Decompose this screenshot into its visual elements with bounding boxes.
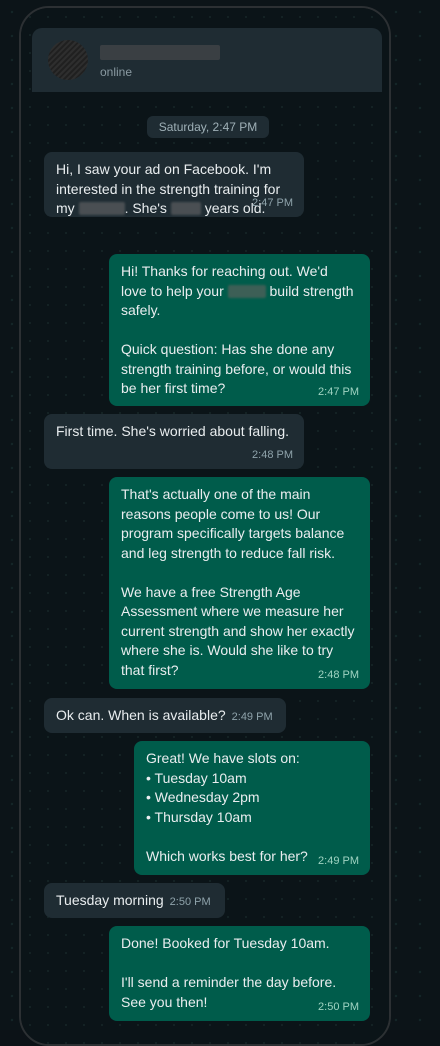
message-incoming[interactable]: Ok can. When is available? 2:49 PM (44, 698, 286, 733)
message-text: Quick question: Has she done any (121, 341, 335, 357)
contact-avatar[interactable] (48, 40, 88, 80)
message-outgoing[interactable]: That's actually one of the main reasons … (109, 477, 370, 689)
message-text: safely. (121, 302, 161, 318)
message-text: • Wednesday 2pm (146, 789, 260, 805)
message-time: 2:50 PM (169, 896, 211, 908)
message-text: and leg strength to reduce fall risk. (121, 544, 336, 561)
message-text: We have a free Strength Age (121, 583, 301, 600)
message-text-line: Tuesday morning 2:50 PM (56, 891, 213, 913)
message-incoming[interactable]: Tuesday morning 2:50 PM (44, 883, 225, 918)
message-text: Great! We have slots on: (146, 750, 300, 766)
message-incoming[interactable]: First time. She's worried about falling.… (44, 414, 304, 469)
message-text: build strength (269, 282, 354, 299)
date-divider: Saturday, 2:47 PM (147, 116, 269, 138)
message-text: strength training before, or would this (121, 360, 352, 377)
message-text: Tuesday morning (56, 892, 164, 908)
message-text: . She's (124, 200, 167, 216)
message-text: • Tuesday 10am (146, 769, 247, 786)
message-time: 2:48 PM (252, 448, 293, 461)
message-text-line: love to help your build strength (121, 282, 358, 302)
message-incoming[interactable]: Hi, I saw your ad on Facebook. I'm inter… (44, 152, 304, 217)
contact-status: online (100, 65, 133, 79)
message-outgoing[interactable]: Great! We have slots on: • Tuesday 10am … (134, 741, 370, 875)
message-text: where she is. Would she like to try (121, 642, 334, 658)
phone-frame: online Saturday, 2:47 PM Hi, I saw your … (19, 6, 391, 1046)
redacted-text (227, 284, 266, 298)
contact-name-redacted (100, 45, 220, 60)
message-time: 2:50 PM (318, 1000, 359, 1013)
message-text-line: Ok can. When is available? 2:49 PM (56, 706, 274, 728)
message-text: love to help your (121, 282, 224, 299)
message-text: Assessment where we measure her (121, 603, 344, 619)
message-text: my (56, 200, 75, 216)
message-text: That's actually one of the main (121, 486, 311, 502)
redacted-text (170, 202, 201, 215)
message-text: reasons people come to us! Our (121, 505, 321, 522)
message-text: Done! Booked for Tuesday 10am. (121, 935, 330, 951)
message-time: 2:47 PM (252, 196, 293, 209)
chat-header[interactable]: online (32, 28, 382, 92)
message-time: 2:47 PM (318, 385, 359, 398)
message-outgoing[interactable]: Done! Booked for Tuesday 10am. I'll send… (109, 926, 370, 1021)
message-text: • Thursday 10am (146, 808, 252, 825)
message-time: 2:48 PM (318, 668, 359, 681)
message-text: First time. She's worried about falling. (56, 423, 289, 439)
message-text: current strength and show her exactly (121, 622, 355, 639)
message-outgoing[interactable]: Hi! Thanks for reaching out. We'd love t… (109, 254, 370, 406)
message-time: 2:49 PM (231, 711, 273, 723)
message-time: 2:49 PM (318, 854, 359, 867)
message-text: program specifically targets balance (121, 525, 345, 541)
message-text: Hi! Thanks for reaching out. We'd (121, 263, 328, 279)
message-text: I'll send a reminder the day before. (121, 974, 337, 990)
message-text: Ok can. When is available? (56, 707, 226, 723)
redacted-text (78, 202, 125, 215)
message-text: Hi, I saw your ad on Facebook. I'm (56, 161, 272, 177)
